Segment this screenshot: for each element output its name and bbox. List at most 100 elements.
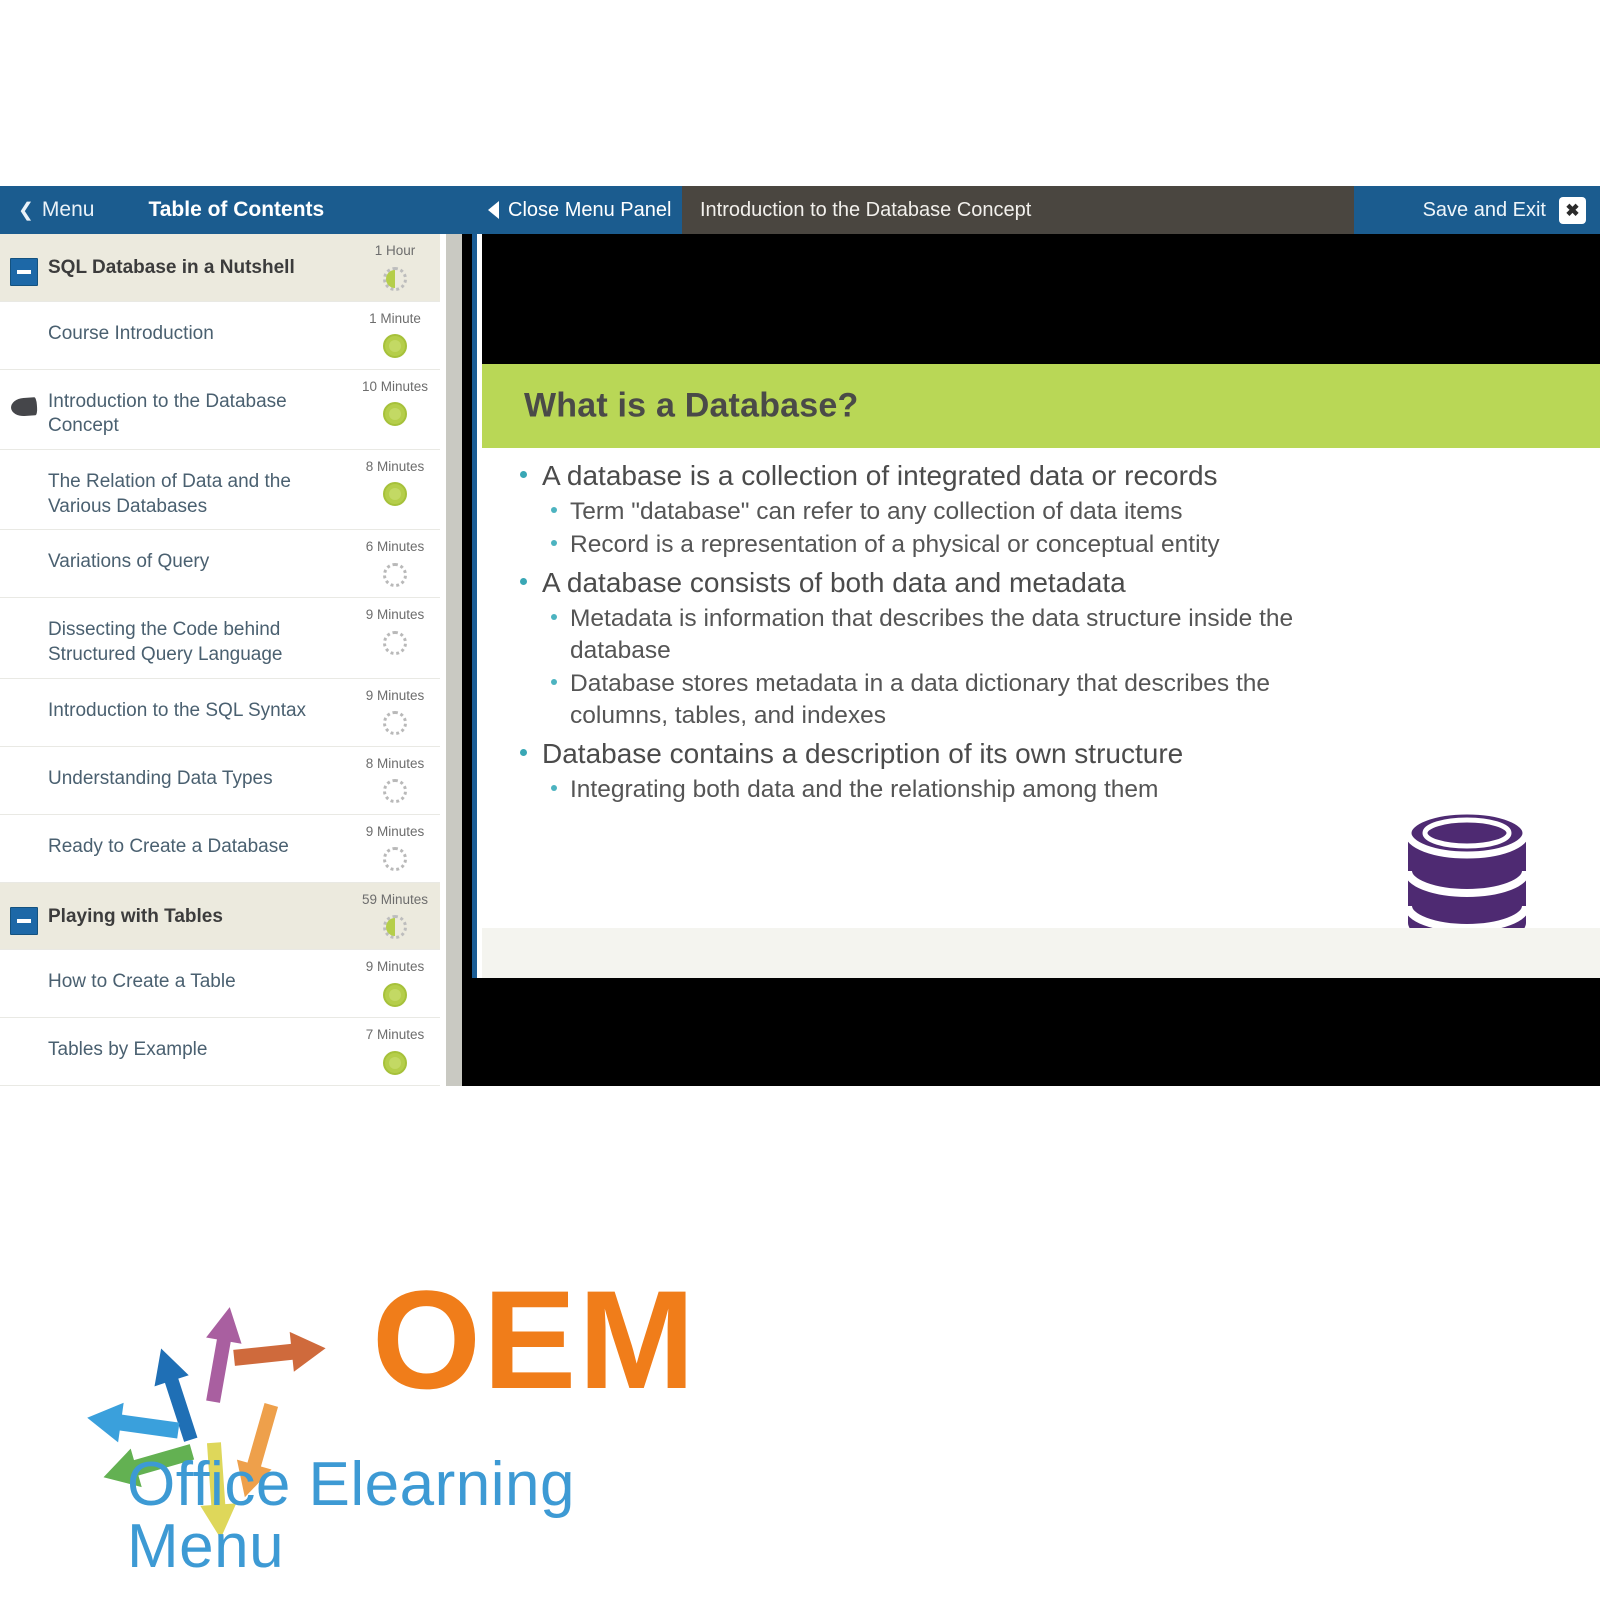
toc-row-body: Ready to Create a Database	[48, 825, 350, 860]
slide-sub-bullet: Term "database" can refer to any collect…	[542, 496, 1302, 528]
toc-duration-label: 9 Minutes	[365, 607, 425, 623]
toc-row-marker	[0, 960, 48, 974]
toc-item-row[interactable]: Understanding Data Types 8 Minutes	[0, 746, 440, 815]
slide-sub-bullet-text: Database stores metadata in a data dicti…	[570, 670, 1271, 729]
toc-status-todo-icon	[383, 779, 407, 804]
toc-row-body: Playing with Tables	[48, 893, 350, 929]
toc-row-meta: 1 Hour	[350, 244, 440, 291]
toc-row-body: How to Create a Table	[48, 960, 350, 995]
toc-row-body: Variations of Query	[48, 540, 350, 575]
toc-row-marker	[0, 460, 48, 474]
toc-row-marker	[0, 689, 48, 703]
menu-button-label: Menu	[41, 198, 95, 221]
toc-status-done-icon	[383, 982, 407, 1007]
toc-item-title: Dissecting the Code behind Structured Qu…	[48, 619, 283, 665]
toc-item-title: How to Create a Table	[48, 971, 236, 993]
player-top-bar: ❮ Menu Table of Contents Close Menu Pane…	[0, 186, 1600, 234]
toc-duration-label: 9 Minutes	[365, 687, 425, 703]
toc-item-row[interactable]: Tables by Example 7 Minutes	[0, 1018, 440, 1086]
slide-sub-bullet-text: Term "database" can refer to any collect…	[570, 498, 1183, 526]
toc-row-meta: 8 Minutes	[350, 757, 440, 804]
toc-row-marker	[0, 540, 48, 554]
toc-duration-label: 59 Minutes	[361, 891, 429, 907]
toc-status-todo-icon	[383, 562, 407, 587]
toc-row-marker[interactable]	[0, 893, 48, 935]
slide-sub-bullet: Metadata is information that describes t…	[542, 603, 1302, 667]
toc-item-title: Variations of Query	[48, 551, 210, 573]
toc-row-marker	[0, 1028, 48, 1042]
toc-row-body: Introduction to the SQL Syntax	[48, 689, 350, 724]
elearning-player-window: ❮ Menu Table of Contents Close Menu Pane…	[0, 186, 1600, 1086]
toc-section-title: SQL Database in a Nutshell	[48, 257, 295, 278]
toc-row-body: Understanding Data Types	[48, 757, 350, 792]
toc-duration-label: 9 Minutes	[365, 823, 425, 839]
toc-row-marker	[0, 608, 48, 622]
toc-status-done-icon	[383, 334, 407, 358]
toc-duration-label: 8 Minutes	[365, 755, 425, 771]
toc-status-done-icon	[383, 402, 407, 426]
collapse-minus-icon[interactable]	[10, 258, 38, 286]
sidebar-scrollbar-track[interactable]	[446, 234, 907, 1086]
slide-sub-bullet-text: Integrating both data and the relationsh…	[570, 776, 1159, 804]
menu-button[interactable]: ❮ Menu	[18, 198, 94, 222]
toc-item-row[interactable]: Course Introduction 1 Minute	[0, 301, 440, 370]
toc-status-todo-icon	[383, 711, 407, 736]
logo-wordmark: OEM	[372, 1261, 697, 1418]
toc-item-title: Introduction to the Database Concept	[48, 390, 287, 437]
toc-item-row[interactable]: Introduction to the SQL Syntax 9 Minutes	[0, 678, 440, 747]
slide-bullet-text: A database is a collection of integrated…	[542, 460, 1218, 491]
toc-row-body: Introduction to the Database Concept	[48, 380, 350, 439]
save-and-exit-label: Save and Exit	[1422, 198, 1546, 221]
close-menu-panel-button[interactable]: Close Menu Panel	[470, 186, 682, 234]
save-and-exit-bar[interactable]: Save and Exit ✖	[1354, 186, 1600, 234]
toc-row-meta: 9 Minutes	[350, 608, 440, 655]
toc-item-row[interactable]: The Relation of Data and the Various Dat…	[0, 449, 440, 531]
collapse-minus-icon[interactable]	[10, 906, 38, 935]
toc-row-meta: 7 Minutes	[350, 1028, 440, 1075]
toc-status-todo-icon	[383, 630, 407, 655]
slide-sub-bullet-list: Integrating both data and the relationsh…	[542, 774, 1302, 806]
toc-status-done-icon	[383, 482, 407, 507]
toc-row-meta: 9 Minutes	[350, 689, 440, 736]
toc-row-body: Dissecting the Code behind Structured Qu…	[48, 608, 350, 667]
current-topic-label: Introduction to the Database Concept	[700, 198, 1032, 221]
triangle-left-icon	[488, 201, 499, 219]
toc-item-title: Introduction to the SQL Syntax	[48, 699, 307, 721]
table-of-contents-panel[interactable]: SQL Database in a Nutshell 1 Hour Course I…	[0, 234, 440, 1086]
toc-row-meta: 9 Minutes	[350, 960, 440, 1007]
toc-row-meta: 6 Minutes	[350, 540, 440, 587]
toc-section-row[interactable]: Playing with Tables 59 Minutes	[0, 882, 440, 951]
toc-item-title: Understanding Data Types	[48, 767, 273, 789]
slide-stage: What is a Database? A database is a coll…	[462, 234, 1600, 1086]
toc-status-done-icon	[383, 1050, 407, 1075]
toc-row-body: Course Introduction	[48, 312, 350, 347]
toc-header-bar: ❮ Menu Table of Contents	[0, 186, 470, 234]
slide-sub-bullet-list: Metadata is information that describes t…	[542, 603, 1302, 731]
toc-row-meta: 59 Minutes	[350, 893, 440, 940]
toc-item-title: Course Introduction	[48, 322, 214, 344]
table-of-contents-title: Table of Contents	[148, 198, 325, 221]
toc-duration-label: 1 Hour	[374, 243, 416, 258]
slide-sub-bullet-text: Metadata is information that describes t…	[570, 605, 1294, 665]
toc-duration-label: 1 Minute	[369, 310, 421, 326]
close-icon[interactable]: ✖	[1559, 196, 1586, 224]
toc-item-row[interactable]: Dissecting the Code behind Structured Qu…	[0, 598, 440, 679]
slide-sub-bullet-text: Record is a representation of a physical…	[570, 531, 1220, 559]
toc-item-row[interactable]: How to Create a Table 9 Minutes	[0, 950, 440, 1019]
toc-row-marker	[0, 312, 48, 326]
toc-status-todo-icon	[383, 847, 407, 872]
slide-bullet-text: A database consists of both data and met…	[542, 567, 1126, 599]
toc-section-row[interactable]: SQL Database in a Nutshell 1 Hour	[0, 234, 440, 302]
current-topic-bar: Introduction to the Database Concept	[682, 186, 1354, 234]
toc-item-row[interactable]: Ready to Create a Database 9 Minutes	[0, 814, 440, 883]
toc-item-row[interactable]: Variations of Query 6 Minutes	[0, 530, 440, 599]
toc-duration-label: 10 Minutes	[361, 378, 429, 394]
screenshot-root: ❮ Menu Table of Contents Close Menu Pane…	[0, 0, 1600, 1600]
toc-row-marker[interactable]	[0, 244, 48, 286]
toc-item-title: Tables by Example	[48, 1039, 208, 1061]
toc-duration-label: 9 Minutes	[365, 959, 425, 975]
slide-footer-band	[482, 928, 1600, 978]
toc-duration-label: 7 Minutes	[365, 1027, 425, 1043]
toc-item-row[interactable]: Introduction to the Database Concept 10 M…	[0, 369, 440, 450]
toc-row-meta: 8 Minutes	[350, 460, 440, 507]
